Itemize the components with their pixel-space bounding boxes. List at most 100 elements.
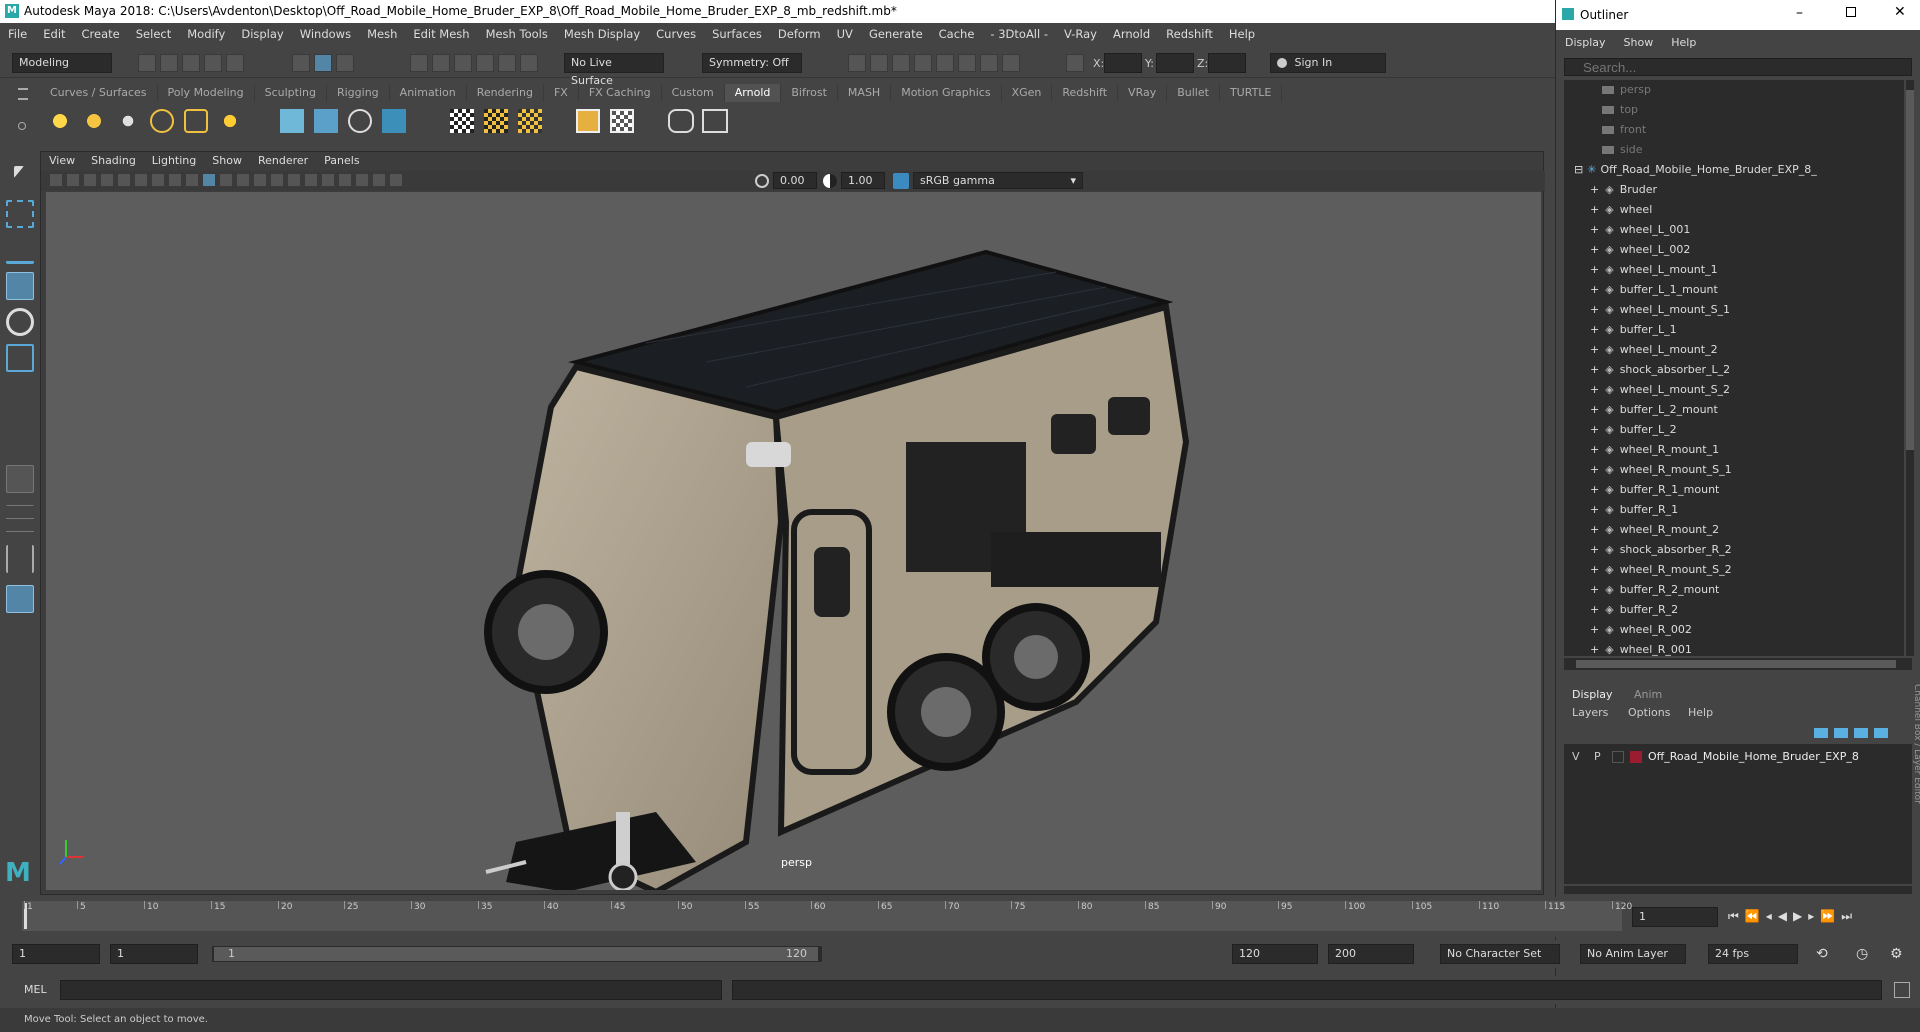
shelf-tab-rendering[interactable]: Rendering <box>467 84 544 102</box>
smooth-shade-icon[interactable] <box>202 173 216 187</box>
lasso-tool-icon[interactable] <box>6 200 34 228</box>
menu-edit-mesh[interactable]: Edit Mesh <box>405 27 477 41</box>
outliner-item[interactable]: + ◈ wheel_R_002 <box>1564 620 1904 640</box>
menu-select[interactable]: Select <box>128 27 179 41</box>
outliner-hscroll-thumb[interactable] <box>1576 660 1896 668</box>
snap-surface-icon[interactable] <box>498 54 516 72</box>
side-by-side-layout-icon[interactable] <box>6 545 34 573</box>
transform-mode-icon[interactable] <box>1066 54 1084 72</box>
pause-render-icon[interactable] <box>1002 54 1020 72</box>
expand-icon[interactable]: + <box>1590 643 1599 656</box>
ipr-render-icon[interactable] <box>892 54 910 72</box>
panel-menu-renderer[interactable]: Renderer <box>250 152 316 170</box>
layer-hscroll[interactable] <box>1564 886 1912 894</box>
menu-generate[interactable]: Generate <box>861 27 931 41</box>
skydome-light-icon[interactable] <box>150 109 174 133</box>
anti-aliasing-icon[interactable] <box>321 173 335 187</box>
area-light-icon[interactable] <box>48 109 72 133</box>
layer-playback-toggle[interactable]: P <box>1594 748 1601 766</box>
tab-display[interactable]: Display <box>1572 688 1613 701</box>
render-frame-icon[interactable] <box>870 54 888 72</box>
menu-file[interactable]: File <box>0 27 35 41</box>
outliner-item-top[interactable]: top <box>1564 100 1904 120</box>
close-icon[interactable]: ✕ <box>1894 4 1906 20</box>
menu-mesh[interactable]: Mesh <box>359 27 405 41</box>
expand-icon[interactable]: + <box>1590 303 1599 316</box>
outliner-item[interactable]: + ◈ wheel_L_mount_1 <box>1564 260 1904 280</box>
move-tool-icon[interactable] <box>6 272 34 300</box>
xray-joints-icon[interactable] <box>372 173 386 187</box>
expand-icon[interactable]: + <box>1590 463 1599 476</box>
shelf-menu-icon[interactable] <box>18 88 28 100</box>
step-back-key-icon[interactable]: ◂ <box>1766 909 1772 924</box>
expand-icon[interactable]: + <box>1590 243 1599 256</box>
select-object-icon[interactable] <box>314 54 332 72</box>
move-layer-down-icon[interactable] <box>1834 728 1848 738</box>
y-field[interactable] <box>1156 53 1194 73</box>
menu-surfaces[interactable]: Surfaces <box>704 27 770 41</box>
shelf-settings-icon[interactable] <box>18 122 26 130</box>
outliner-item-persp[interactable]: persp <box>1564 80 1904 100</box>
outliner-item[interactable]: + ◈ wheel_L_002 <box>1564 240 1904 260</box>
undo-icon[interactable] <box>204 54 222 72</box>
outliner-item[interactable]: + ◈ wheel_R_mount_1 <box>1564 440 1904 460</box>
texture-icon[interactable] <box>610 109 634 133</box>
standin-icon[interactable] <box>280 109 304 133</box>
shelf-tab-arnold[interactable]: Arnold <box>724 84 782 102</box>
layer-menu-help[interactable]: Help <box>1688 706 1713 719</box>
expand-icon[interactable]: + <box>1590 203 1599 216</box>
expand-icon[interactable]: + <box>1590 563 1599 576</box>
menu-arnold[interactable]: Arnold <box>1105 27 1158 41</box>
outliner-item-front[interactable]: front <box>1564 120 1904 140</box>
four-view-layout-icon[interactable] <box>6 505 34 533</box>
shelf-tab-poly-modeling[interactable]: Poly Modeling <box>158 84 255 102</box>
play-forwards-icon[interactable]: ▶ <box>1793 909 1802 924</box>
resolution-gate-icon[interactable] <box>134 173 148 187</box>
color-management-icon[interactable] <box>893 173 909 189</box>
shelf-tab-bullet[interactable]: Bullet <box>1167 84 1220 102</box>
expand-icon[interactable]: + <box>1590 263 1599 276</box>
photometric-light-icon[interactable] <box>116 109 140 133</box>
playback-end-field[interactable]: 120 <box>1232 944 1318 964</box>
expand-icon[interactable]: + <box>1590 183 1599 196</box>
menu-redshift[interactable]: Redshift <box>1158 27 1221 41</box>
expand-icon[interactable]: + <box>1590 223 1599 236</box>
outliner-item[interactable]: + ◈ buffer_R_1_mount <box>1564 480 1904 500</box>
menu-curves[interactable]: Curves <box>648 27 704 41</box>
shelf-tab-fx-caching[interactable]: FX Caching <box>579 84 662 102</box>
render-view-eye-icon[interactable] <box>668 109 694 133</box>
symmetry-dropdown[interactable]: Symmetry: Off <box>702 53 802 73</box>
outliner-vscroll-thumb[interactable] <box>1906 90 1914 450</box>
menu-help[interactable]: Help <box>1221 27 1263 41</box>
menu-deform[interactable]: Deform <box>770 27 829 41</box>
anim-layer-dropdown[interactable]: No Anim Layer <box>1580 944 1686 964</box>
single-view-layout-icon[interactable] <box>6 465 34 493</box>
material-icon[interactable] <box>576 109 600 133</box>
export-standin-icon[interactable] <box>314 109 338 133</box>
range-track[interactable]: 1 120 <box>212 946 822 962</box>
grid-toggle-icon[interactable] <box>100 173 114 187</box>
shelf-tab-animation[interactable]: Animation <box>390 84 467 102</box>
side-window-small-1[interactable] <box>1051 414 1096 454</box>
live-surface-field[interactable]: No Live Surface <box>564 53 664 87</box>
light-editor-icon[interactable] <box>980 54 998 72</box>
bookmark-icon[interactable] <box>66 173 80 187</box>
outliner-item-group[interactable]: ⊟ ✳ Off_Road_Mobile_Home_Bruder_EXP_8_ <box>1564 160 1904 180</box>
flush-cache-icon[interactable] <box>484 109 508 133</box>
play-backwards-icon[interactable]: ◀ <box>1778 909 1787 924</box>
select-component-icon[interactable] <box>336 54 354 72</box>
maximize-icon[interactable] <box>1846 7 1856 17</box>
snap-point-icon[interactable] <box>454 54 472 72</box>
mesh-light-icon[interactable] <box>82 109 106 133</box>
redo-icon[interactable] <box>226 54 244 72</box>
outliner-menu-show[interactable]: Show <box>1615 36 1663 49</box>
outliner-vscroll[interactable] <box>1906 80 1914 656</box>
shelf-tab-curves-surfaces[interactable]: Curves / Surfaces <box>40 84 158 102</box>
shelf-tab-xgen[interactable]: XGen <box>1002 84 1053 102</box>
new-scene-icon[interactable] <box>138 54 156 72</box>
menu-modify[interactable]: Modify <box>179 27 233 41</box>
menu-edit[interactable]: Edit <box>35 27 73 41</box>
menu-3dtoall[interactable]: - 3DtoAll - <box>982 27 1056 41</box>
motion-blur-icon[interactable] <box>304 173 318 187</box>
outliner-item[interactable]: + ◈ wheel_L_mount_S_2 <box>1564 380 1904 400</box>
